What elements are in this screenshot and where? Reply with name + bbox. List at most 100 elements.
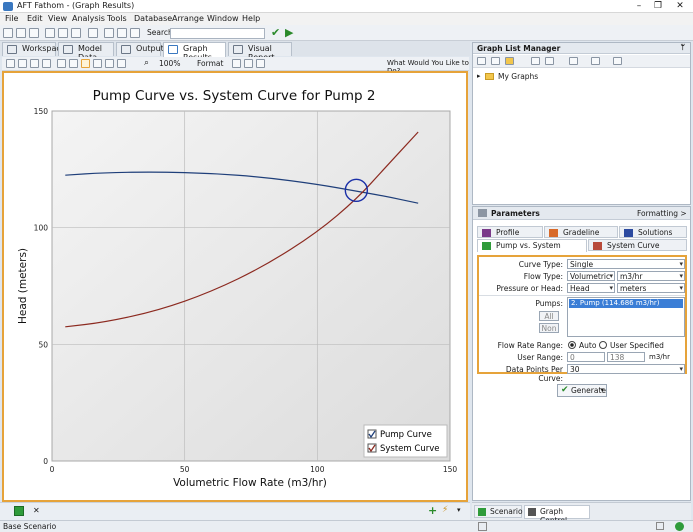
checkbox-toggle-icon[interactable]: [81, 59, 90, 68]
pin-icon[interactable]: ᛘ: [681, 43, 686, 52]
filter-icon[interactable]: [117, 28, 127, 38]
legend[interactable]: Pump Curve System Curve: [363, 424, 448, 458]
tab-graph-results[interactable]: Graph Results: [163, 42, 226, 62]
menu-database[interactable]: Database: [134, 14, 172, 23]
window-layout-icon[interactable]: [45, 28, 55, 38]
tab-scenario[interactable]: Scenario: [474, 505, 523, 518]
gradeline-icon: [549, 229, 558, 237]
tab-solutions[interactable]: Solutions: [619, 226, 687, 238]
minimize-icon[interactable]: –: [629, 0, 649, 12]
user-specified-radio[interactable]: [599, 341, 607, 349]
tab-model-data[interactable]: Model Data: [58, 42, 114, 62]
refresh-list-icon[interactable]: [613, 57, 622, 65]
generate-button[interactable]: ✔ Generate ▾: [557, 384, 607, 397]
crosshair-icon[interactable]: [93, 59, 102, 68]
export-icon[interactable]: [18, 59, 27, 68]
print-graph-icon[interactable]: [30, 59, 39, 68]
window-title: AFT Fathom - (Graph Results): [17, 1, 135, 10]
status-text: Base Scenario: [3, 522, 57, 531]
move-down-icon[interactable]: [545, 57, 554, 65]
chevron-down-icon[interactable]: ▾: [600, 386, 604, 394]
graph-area[interactable]: Pump Curve vs. System Curve for Pump 2 0…: [2, 71, 468, 502]
tab-scenario-label: Scenario: [490, 507, 523, 516]
curve-type-select[interactable]: Single: [567, 259, 685, 269]
open-icon[interactable]: [3, 28, 13, 38]
check-icon[interactable]: ✔: [271, 26, 280, 39]
user-specified-label: User Specified: [610, 341, 664, 350]
print-icon[interactable]: [29, 28, 39, 38]
tab-graph-control[interactable]: Graph Control: [524, 505, 590, 525]
pressure-head-select[interactable]: Head: [567, 283, 615, 293]
close-graph-icon[interactable]: ✕: [33, 506, 40, 515]
formatting-link[interactable]: Formatting >: [637, 209, 687, 218]
menu-tools[interactable]: Tools: [107, 14, 127, 23]
pumps-list[interactable]: 2. Pump (114.686 m3/hr): [567, 297, 685, 337]
lightning-icon[interactable]: ⚡: [442, 505, 448, 515]
tab-visual-report[interactable]: Visual Report: [228, 42, 292, 62]
tab-profile[interactable]: Profile: [477, 226, 543, 238]
menu-edit[interactable]: Edit: [27, 14, 43, 23]
redo-icon[interactable]: [244, 59, 253, 68]
split-view-icon[interactable]: [58, 28, 68, 38]
run-icon[interactable]: ▶: [285, 26, 293, 39]
search-input[interactable]: [170, 28, 265, 39]
graph-list-header: Graph List Manager ᛘ: [473, 43, 690, 54]
select-all-button[interactable]: All: [539, 311, 559, 321]
plus-icon[interactable]: +: [428, 504, 437, 517]
pump-system-chart[interactable]: Pump Curve vs. System Curve for Pump 2 0…: [4, 73, 466, 500]
copy-icon[interactable]: [6, 59, 15, 68]
refresh-icon[interactable]: [232, 59, 241, 68]
tab-pump-vs-system[interactable]: Pump vs. System: [477, 239, 587, 252]
data-points-select[interactable]: 30: [567, 364, 685, 374]
box-icon[interactable]: [117, 59, 126, 68]
flow-unit-select[interactable]: m3/hr: [617, 271, 685, 281]
delete-icon[interactable]: [591, 57, 600, 65]
chevron-down-icon[interactable]: ▾: [457, 506, 461, 514]
panel-tabs: Scenario Graph Control: [472, 502, 691, 525]
range-max-input[interactable]: 138: [607, 352, 645, 362]
table-icon[interactable]: [42, 59, 51, 68]
add-graph-list-icon[interactable]: [491, 57, 500, 65]
graph-control-icon: [528, 508, 536, 516]
save-icon[interactable]: [16, 28, 26, 38]
folder-icon[interactable]: [505, 57, 514, 65]
menu-arrange[interactable]: Arrange: [172, 14, 204, 23]
workspace-icon[interactable]: [88, 28, 98, 38]
legend-icon[interactable]: [57, 59, 66, 68]
restore-icon[interactable]: ❐: [648, 0, 668, 12]
menu-view[interactable]: View: [48, 14, 67, 23]
menu-help[interactable]: Help: [242, 14, 260, 23]
format-button[interactable]: Format: [197, 59, 223, 68]
user-icon[interactable]: [130, 28, 140, 38]
tab-gradeline[interactable]: Gradeline: [544, 226, 618, 238]
line-icon[interactable]: [105, 59, 114, 68]
auto-radio[interactable]: [568, 341, 576, 349]
range-min-input[interactable]: 0: [567, 352, 605, 362]
grid-icon[interactable]: [69, 59, 78, 68]
history-icon[interactable]: [256, 59, 265, 68]
menu-analysis[interactable]: Analysis: [72, 14, 105, 23]
pressure-unit-select[interactable]: meters: [617, 283, 685, 293]
my-graphs-folder[interactable]: My Graphs: [498, 72, 538, 81]
menu-window[interactable]: Window: [207, 14, 239, 23]
close-icon[interactable]: ✕: [670, 0, 690, 12]
list-view-icon[interactable]: [71, 28, 81, 38]
main-toolbar: Search ✔ ▶: [0, 25, 693, 41]
new-folder-icon[interactable]: [477, 57, 486, 65]
search-label: Search: [147, 28, 173, 37]
add-graph-icon[interactable]: [14, 506, 24, 516]
tab-system-curve[interactable]: System Curve: [588, 239, 687, 251]
tab-output[interactable]: Output: [116, 42, 164, 56]
move-up-icon[interactable]: [531, 57, 540, 65]
tab-workspace[interactable]: Workspace: [2, 42, 66, 56]
flow-type-select[interactable]: Volumetric: [567, 271, 615, 281]
zoom-icon[interactable]: ⌕: [144, 58, 149, 68]
menu-file[interactable]: File: [5, 14, 18, 23]
expand-icon[interactable]: ▸: [477, 72, 481, 80]
menu-bar: File Edit View Analysis Tools Database A…: [0, 13, 693, 25]
pump-list-item[interactable]: 2. Pump (114.686 m3/hr): [569, 299, 683, 308]
rename-icon[interactable]: [569, 57, 578, 65]
zoom-level[interactable]: 100%: [159, 59, 180, 68]
select-none-button[interactable]: Non: [539, 323, 559, 333]
undo-icon[interactable]: [104, 28, 114, 38]
